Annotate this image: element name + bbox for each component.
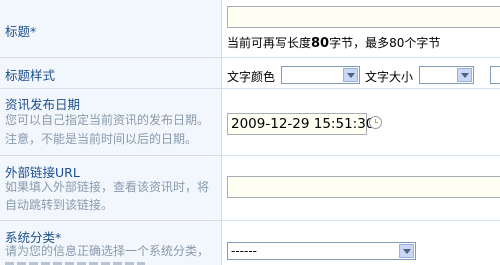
title-label: 标题*	[5, 24, 37, 39]
category-row: 系统分类* 请为您的信息正确选择一个系统分类， ------	[0, 221, 500, 265]
category-label-cell: 系统分类* 请为您的信息正确选择一个系统分类，	[0, 221, 222, 265]
external-url-desc-line1: 如果填入外部链接，查看该资讯时，将	[5, 180, 210, 194]
category-field-cell: ------	[222, 221, 500, 265]
external-url-field-cell	[222, 156, 500, 220]
publish-date-label-cell: 资讯发布日期 您可以自己指定当前资讯的发布日期。 注意，不能是当前时间以后的日期…	[0, 89, 222, 155]
text-color-select[interactable]	[281, 66, 360, 84]
external-url-row: 外部链接URL 如果填入外部链接，查看该资讯时，将 自动跳转到该链接。	[0, 156, 500, 220]
publish-date-desc-line2: 注意，不能是当前时间以后的日期。	[5, 132, 198, 146]
external-url-desc-line2: 自动跳转到该链接。	[5, 198, 114, 212]
title-row: 标题* 当前可再写长度80字节，最多80个字节	[0, 0, 500, 57]
title-style-field-cell: 文字颜色 文字大小	[222, 58, 500, 88]
text-size-label: 文字大小	[365, 70, 414, 84]
external-url-input[interactable]	[227, 176, 500, 198]
publish-date-desc-line1: 您可以自己指定当前资讯的发布日期。	[5, 113, 210, 127]
text-size-select[interactable]	[419, 66, 474, 84]
chevron-down-icon	[457, 68, 472, 82]
category-desc-line1: 请为您的信息正确选择一个系统分类，	[5, 244, 210, 258]
title-field-cell: 当前可再写长度80字节，最多80个字节	[222, 0, 500, 57]
title-style-label: 标题样式	[5, 68, 56, 83]
title-input[interactable]	[227, 6, 500, 28]
next-select-edge	[490, 66, 500, 84]
title-label-cell: 标题*	[0, 0, 222, 57]
external-url-label-cell: 外部链接URL 如果填入外部链接，查看该资讯时，将 自动跳转到该链接。	[0, 156, 222, 220]
title-style-label-cell: 标题样式	[0, 58, 222, 88]
text-color-label: 文字颜色	[227, 70, 276, 84]
clock-icon[interactable]	[369, 116, 382, 129]
title-style-row: 标题样式 文字颜色 文字大小	[0, 58, 500, 88]
chevron-down-icon	[399, 244, 414, 258]
publish-date-input[interactable]: 2009-12-29 15:51:30	[227, 113, 374, 135]
category-select[interactable]: ------	[227, 242, 416, 260]
chevron-down-icon	[343, 68, 358, 82]
publish-date-row: 资讯发布日期 您可以自己指定当前资讯的发布日期。 注意，不能是当前时间以后的日期…	[0, 89, 500, 155]
title-length-hint: 当前可再写长度80字节，最多80个字节	[227, 36, 441, 51]
publish-date-field-cell: 2009-12-29 15:51:30	[222, 89, 500, 155]
